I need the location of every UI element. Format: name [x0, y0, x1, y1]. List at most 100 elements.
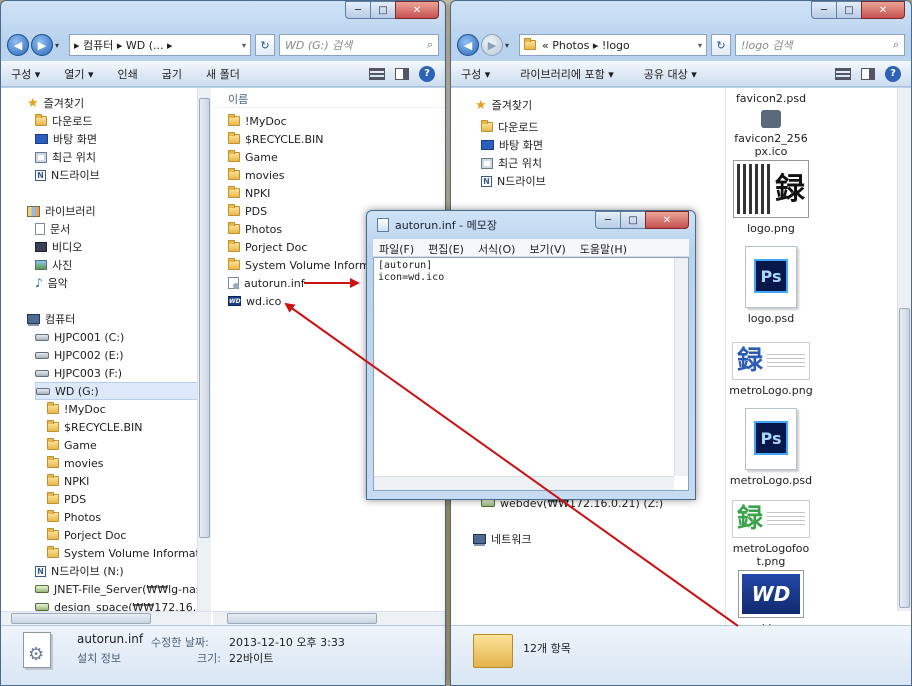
file-row[interactable]: autorun.inf: [228, 274, 305, 292]
nav-item[interactable]: JNET-File_Server(₩₩lg-nas) (V:: [35, 580, 210, 598]
nav-item[interactable]: NPKI: [47, 472, 89, 490]
print-button[interactable]: 인쇄: [118, 66, 138, 82]
nav-item[interactable]: 네트워크: [473, 530, 531, 548]
recent-pages-dropdown[interactable]: ▾: [505, 41, 515, 50]
preview-pane-icon[interactable]: [395, 67, 409, 80]
nav-item[interactable]: ♪ 음악: [35, 274, 68, 292]
nav-item[interactable]: HJPC003 (F:): [35, 364, 122, 382]
file-row[interactable]: movies: [228, 166, 285, 184]
file-tile[interactable]: Ps metroLogo.psd: [727, 408, 819, 487]
nav-item[interactable]: 컴퓨터: [27, 310, 75, 328]
maximize-button[interactable]: □: [370, 1, 396, 19]
notepad-vertical-scrollbar[interactable]: [674, 258, 688, 476]
view-options-icon[interactable]: [835, 67, 851, 80]
help-icon[interactable]: ?: [885, 65, 901, 82]
file-row[interactable]: Porject Doc: [228, 238, 307, 256]
recent-pages-dropdown[interactable]: ▾: [55, 41, 65, 50]
file-tile[interactable]: 録 logo.png: [727, 160, 819, 235]
file-tile[interactable]: 録 metroLogofoot.png: [727, 500, 819, 568]
minimize-button[interactable]: ─: [595, 211, 621, 229]
open-button[interactable]: 열기 ▾: [64, 66, 93, 82]
close-button[interactable]: ✕: [395, 1, 439, 19]
chevron-down-icon[interactable]: ▾: [698, 41, 702, 50]
preview-pane-icon[interactable]: [861, 67, 875, 80]
nav-item[interactable]: PDS: [47, 490, 86, 508]
organize-button[interactable]: 구성 ▾: [11, 66, 40, 82]
nav-item[interactable]: N N드라이브: [35, 166, 100, 184]
nav-item[interactable]: ★ 즐겨찾기: [475, 96, 532, 114]
back-button[interactable]: ◀: [457, 34, 479, 56]
name-column-header[interactable]: 이름: [213, 88, 445, 108]
notepad-menu-item[interactable]: 서식(O): [478, 241, 515, 256]
nav-item[interactable]: Porject Doc: [47, 526, 126, 544]
nav-item[interactable]: 바탕 화면: [481, 136, 543, 154]
nav-item-selected[interactable]: WD (G:): [35, 382, 205, 400]
notepad-menu-item[interactable]: 보기(V): [529, 241, 565, 256]
nav-item[interactable]: 문서: [35, 220, 70, 238]
chevron-down-icon[interactable]: ▾: [242, 41, 246, 50]
nav-item[interactable]: movies: [47, 454, 104, 472]
nav-horizontal-scrollbar[interactable]: [1, 611, 211, 625]
refresh-button[interactable]: ↻: [711, 34, 731, 56]
back-button[interactable]: ◀: [7, 34, 29, 56]
new-folder-button[interactable]: 새 폴더: [206, 66, 240, 82]
nav-item[interactable]: 최근 위치: [481, 154, 542, 172]
file-row[interactable]: $RECYCLE.BIN: [228, 130, 323, 148]
include-in-library-button[interactable]: 라이브러리에 포함 ▾: [520, 66, 613, 82]
forward-button[interactable]: ▶: [31, 34, 53, 56]
share-with-button[interactable]: 공유 대상 ▾: [644, 66, 697, 82]
nav-item[interactable]: HJPC002 (E:): [35, 346, 124, 364]
nav-item[interactable]: 다운로드: [35, 112, 92, 130]
forward-button[interactable]: ▶: [481, 34, 503, 56]
nav-item[interactable]: 사진: [35, 256, 72, 274]
file-row[interactable]: Photos: [228, 220, 282, 238]
nav-item[interactable]: 비디오: [35, 238, 82, 256]
search-icon[interactable]: ⌕: [893, 38, 899, 52]
search-icon[interactable]: ⌕: [427, 38, 433, 52]
file-row[interactable]: WD wd.ico: [228, 292, 281, 310]
file-row[interactable]: Game: [228, 148, 278, 166]
close-button[interactable]: ✕: [861, 1, 905, 19]
organize-button[interactable]: 구성 ▾: [461, 66, 490, 82]
burn-button[interactable]: 굽기: [162, 66, 182, 82]
search-input[interactable]: WD (G:) 검색 ⌕: [279, 34, 439, 56]
address-bar[interactable]: ▸ 컴퓨터 ▸ WD (... ▸ ▾: [69, 34, 251, 56]
notepad-text-area[interactable]: [autorun] icon=wd.ico: [373, 257, 689, 491]
nav-vertical-scrollbar[interactable]: [197, 88, 211, 611]
nav-item[interactable]: 최근 위치: [35, 148, 96, 166]
close-button[interactable]: ✕: [645, 211, 689, 229]
nav-item[interactable]: ★ 즐겨찾기: [27, 94, 84, 112]
search-input[interactable]: !logo 검색 ⌕: [735, 34, 905, 56]
minimize-button[interactable]: ─: [345, 1, 371, 19]
file-tile[interactable]: favicon2.psd: [727, 92, 819, 105]
notepad-menu-item[interactable]: 편집(E): [428, 241, 464, 256]
file-row[interactable]: NPKI: [228, 184, 270, 202]
maximize-button[interactable]: □: [620, 211, 646, 229]
refresh-button[interactable]: ↻: [255, 34, 275, 56]
nav-item[interactable]: System Volume Information: [47, 544, 210, 562]
nav-item[interactable]: 바탕 화면: [35, 130, 97, 148]
address-bar[interactable]: « Photos ▸ !logo ▾: [519, 34, 707, 56]
file-tile[interactable]: 録 metroLogo.png: [727, 342, 819, 397]
file-tile[interactable]: favicon2_256px.ico: [727, 110, 819, 158]
nav-item[interactable]: HJPC001 (C:): [35, 328, 124, 346]
nav-item[interactable]: N N드라이브: [481, 172, 546, 190]
nav-item[interactable]: Photos: [47, 508, 101, 526]
file-row[interactable]: PDS: [228, 202, 267, 220]
file-vertical-scrollbar[interactable]: [897, 88, 911, 611]
nav-item[interactable]: 다운로드: [481, 118, 538, 136]
notepad-horizontal-scrollbar[interactable]: [374, 476, 674, 490]
notepad-menu-item[interactable]: 파일(F): [379, 241, 414, 256]
nav-item[interactable]: $RECYCLE.BIN: [47, 418, 142, 436]
help-icon[interactable]: ?: [419, 65, 435, 82]
minimize-button[interactable]: ─: [811, 1, 837, 19]
file-tile[interactable]: Ps logo.psd: [727, 246, 819, 325]
nav-item[interactable]: !MyDoc: [47, 400, 106, 418]
nav-item[interactable]: N N드라이브 (N:): [35, 562, 124, 580]
file-horizontal-scrollbar[interactable]: [213, 611, 445, 625]
view-options-icon[interactable]: [369, 67, 385, 80]
nav-item[interactable]: Game: [47, 436, 97, 454]
file-row[interactable]: !MyDoc: [228, 112, 287, 130]
maximize-button[interactable]: □: [836, 1, 862, 19]
notepad-menu-item[interactable]: 도움말(H): [580, 241, 627, 256]
